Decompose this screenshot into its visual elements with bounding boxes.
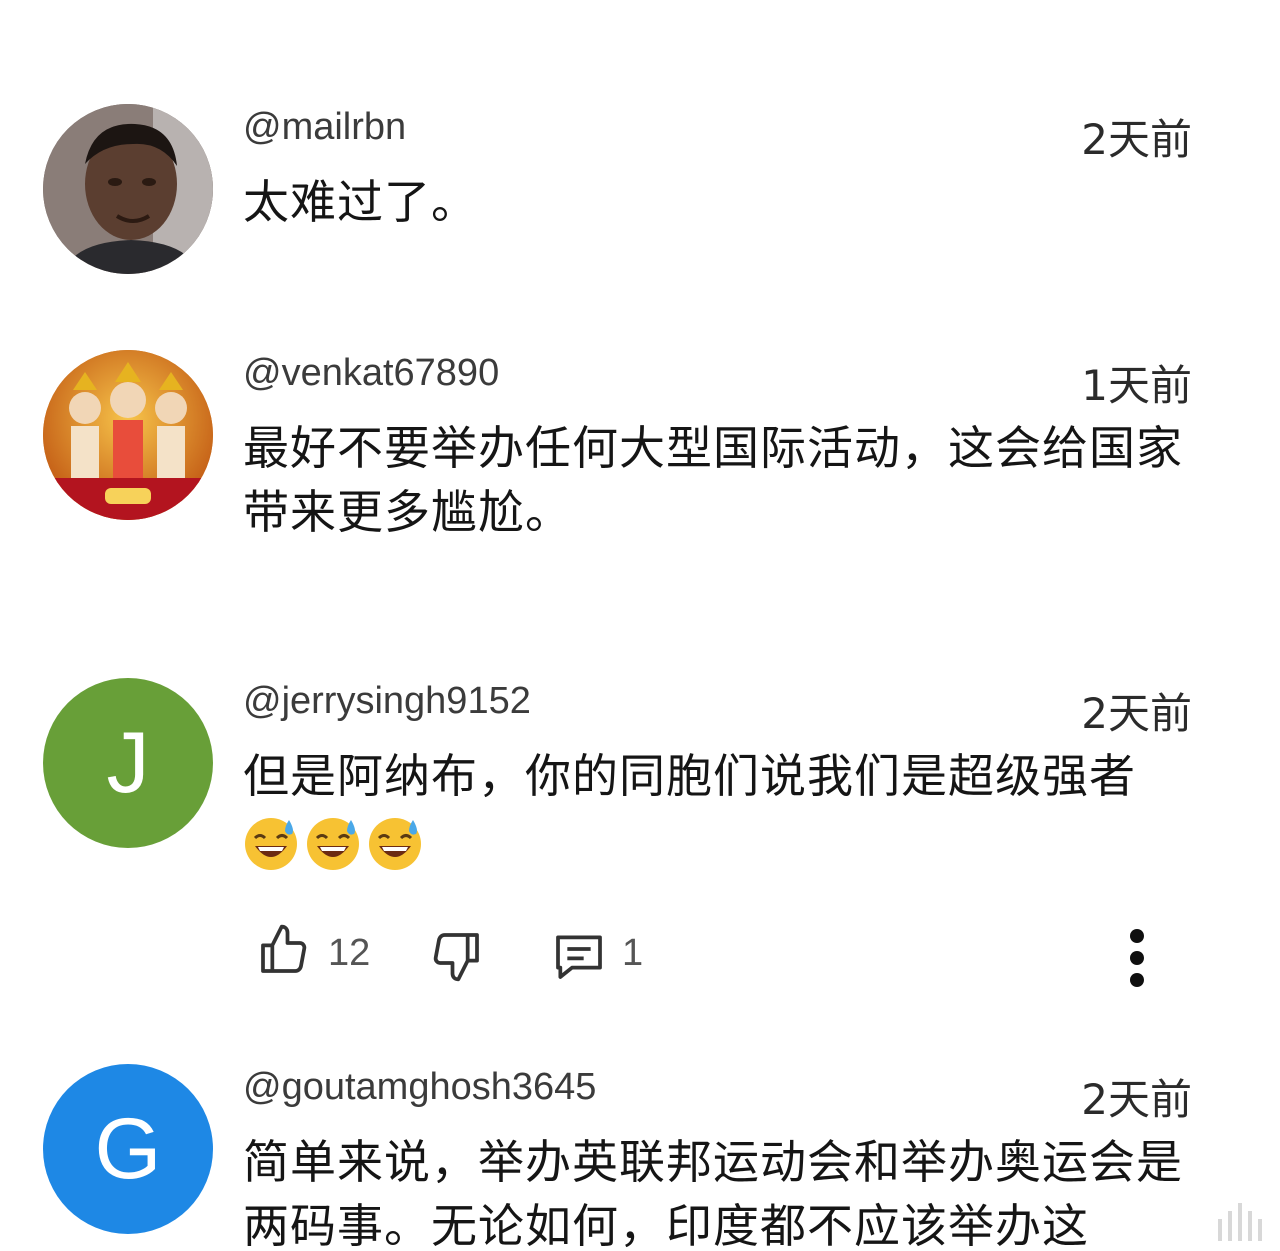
comment-author[interactable]: @goutamghosh3645: [243, 1066, 596, 1109]
comment-item: G @goutamghosh3645 2天前 简单来说，举办英联邦运动会和举办奥…: [0, 0, 1280, 1251]
comment-text: 简单来说，举办英联邦运动会和举办奥运会是两码事。无论如何，印度都不应该举办这: [243, 1135, 1183, 1251]
avatar-letter: G: [94, 1101, 162, 1197]
comment-timestamp: 2天前: [1081, 1075, 1192, 1124]
avatar[interactable]: G: [43, 1064, 213, 1234]
watermark-icon: [1218, 1203, 1262, 1241]
